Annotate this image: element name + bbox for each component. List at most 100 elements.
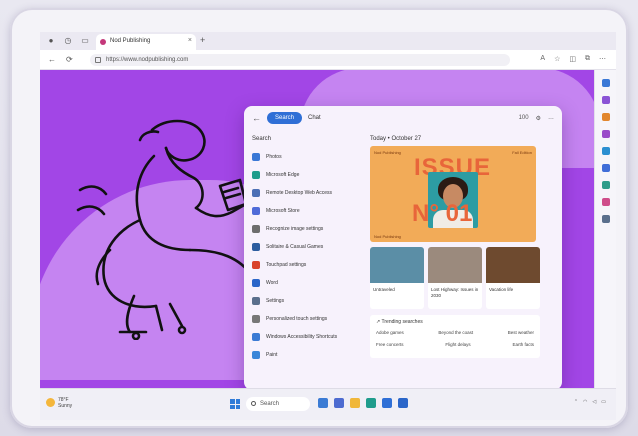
app-result-item[interactable]: Microsoft Store [252, 202, 362, 220]
app-icon [252, 207, 260, 215]
app-result-label: Solitaire & Casual Games [266, 244, 324, 250]
settings-icon[interactable]: ⚙ [536, 115, 541, 122]
app-result-item[interactable]: Photos [252, 148, 362, 166]
taskbar-search-box[interactable]: Search [246, 397, 310, 411]
app-icon [252, 261, 260, 269]
app-result-item[interactable]: Touchpad settings [252, 256, 362, 274]
app-result-item[interactable]: Microsoft Edge [252, 166, 362, 184]
sidebar-app-icon[interactable] [601, 198, 610, 206]
sidebar-app-icon[interactable] [601, 215, 610, 223]
hero-edition: Fall Edition [512, 150, 532, 155]
sidebar-app-icon[interactable] [601, 147, 610, 155]
new-tab-button[interactable]: + [200, 35, 205, 45]
trending-search-link[interactable]: Beyond the coast [438, 330, 473, 335]
read-aloud-icon[interactable]: A [540, 55, 545, 63]
sun-icon [46, 398, 55, 407]
app-result-label: Microsoft Edge [266, 172, 300, 178]
app-result-item[interactable]: Word [252, 274, 362, 292]
sidebar-app-icon[interactable] [601, 113, 610, 121]
profile-icon[interactable]: ● [45, 35, 57, 47]
story-image [370, 247, 424, 283]
app-result-item[interactable]: Remote Desktop Web Access [252, 184, 362, 202]
search-panel: ← Search Chat 100 ⚙ … Search Photos Micro… [244, 106, 562, 388]
trending-search-link[interactable]: Earth facts [512, 342, 534, 347]
points-counter[interactable]: 100 [519, 115, 529, 122]
story-card[interactable]: Untraveled [370, 247, 424, 309]
taskbar-apps [318, 398, 408, 408]
back-button[interactable]: ← [48, 55, 56, 64]
file-explorer-icon[interactable] [350, 398, 360, 408]
weather-desc: Sunny [58, 403, 73, 409]
app-result-item[interactable]: Solitaire & Casual Games [252, 238, 362, 256]
store-icon[interactable] [382, 398, 392, 408]
volume-icon[interactable]: ◁ [592, 399, 596, 405]
trending-search-link[interactable]: Flight delays [445, 342, 470, 347]
story-caption: Untraveled [373, 287, 395, 292]
app-result-item[interactable]: Windows Accessibility Shortcuts [252, 328, 362, 346]
today-feed: Today • October 27 Nod Publishing Fall E… [370, 136, 556, 358]
web-page: ← Search Chat 100 ⚙ … Search Photos Micro… [40, 70, 594, 388]
trending-search-link[interactable]: Best weather [508, 330, 534, 335]
favorites-icon[interactable]: ☆ [554, 55, 560, 63]
tablet-frame: ● ◷ ▭ Nod Publishing × + ← ⟳ https://www… [10, 8, 628, 428]
site-favicon-icon [100, 39, 106, 45]
app-result-item[interactable]: Settings [252, 292, 362, 310]
browser-tab[interactable]: Nod Publishing × [96, 34, 196, 50]
tray-overflow-icon[interactable]: ⌃ [574, 399, 578, 405]
collections-icon[interactable]: ▭ [79, 35, 91, 47]
wifi-icon[interactable]: ◠ [583, 399, 587, 405]
app-icon [252, 297, 260, 305]
sidebar-app-icon[interactable] [601, 181, 610, 189]
app-result-item[interactable]: Paint [252, 346, 362, 364]
app-icon [252, 171, 260, 179]
trending-row: Adobe games Beyond the coast Best weather [376, 330, 534, 335]
story-card[interactable]: Vacation life [486, 247, 540, 309]
taskbar-search-label: Search [260, 401, 280, 407]
trending-search-link[interactable]: Free concerts [376, 342, 404, 347]
url-field[interactable]: https://www.nodpublishing.com [90, 54, 510, 66]
app-result-label: Recognize image settings [266, 226, 324, 232]
featured-story-card[interactable]: Nod Publishing Fall Edition ISSUE N° 01 … [370, 146, 536, 242]
extensions-icon[interactable]: ⧉ [585, 55, 590, 63]
trending-row: Free concerts Flight delays Earth facts [376, 342, 534, 347]
more-icon[interactable]: ⋯ [599, 55, 606, 63]
app-result-label: Microsoft Store [266, 208, 300, 214]
app-icon [252, 153, 260, 161]
app-result-label: Remote Desktop Web Access [266, 190, 333, 196]
word-icon[interactable] [398, 398, 408, 408]
battery-icon[interactable]: ▭ [601, 399, 606, 405]
trending-search-link[interactable]: Adobe games [376, 330, 404, 335]
app-result-label: Settings [266, 298, 285, 304]
tab-close-icon[interactable]: × [188, 37, 192, 44]
sidebar-app-icon[interactable] [601, 79, 610, 87]
browser-toolbar: A ☆ ◫ ⧉ ⋯ [540, 55, 606, 63]
today-date: Today • October 27 [370, 136, 422, 142]
story-card[interactable]: Lost Highway: Issues in 2030 [428, 247, 482, 309]
app-icon [252, 243, 260, 251]
app-result-item[interactable]: Recognize image settings [252, 220, 362, 238]
windows-start-icon[interactable] [230, 399, 240, 409]
weather-widget[interactable]: 78°F Sunny [46, 397, 72, 409]
split-screen-icon[interactable]: ◫ [569, 55, 576, 63]
widgets-icon[interactable] [334, 398, 344, 408]
search-tab-button[interactable]: Search [267, 112, 303, 124]
sidebar-app-icon[interactable] [601, 96, 610, 104]
lock-icon [95, 57, 101, 63]
task-view-icon[interactable] [318, 398, 328, 408]
sidebar-app-icon[interactable] [601, 164, 610, 172]
more-options-icon[interactable]: … [548, 115, 554, 122]
refresh-button[interactable]: ⟳ [66, 55, 73, 64]
url-text: https://www.nodpublishing.com [106, 57, 189, 63]
hero-footer: Nod Publishing [374, 234, 401, 239]
panel-header: ← Search Chat 100 ⚙ … [244, 106, 562, 130]
edge-icon[interactable] [366, 398, 376, 408]
history-icon[interactable]: ◷ [62, 35, 74, 47]
panel-back-button[interactable]: ← [252, 113, 261, 123]
app-icon [252, 279, 260, 287]
app-results-list: Search Photos Microsoft Edge Remote Deskto… [252, 136, 362, 364]
app-icon [252, 189, 260, 197]
app-result-item[interactable]: Personalized touch settings [252, 310, 362, 328]
sidebar-app-icon[interactable] [601, 130, 610, 138]
chat-tab-button[interactable]: Chat [308, 115, 321, 121]
app-icon [252, 351, 260, 359]
